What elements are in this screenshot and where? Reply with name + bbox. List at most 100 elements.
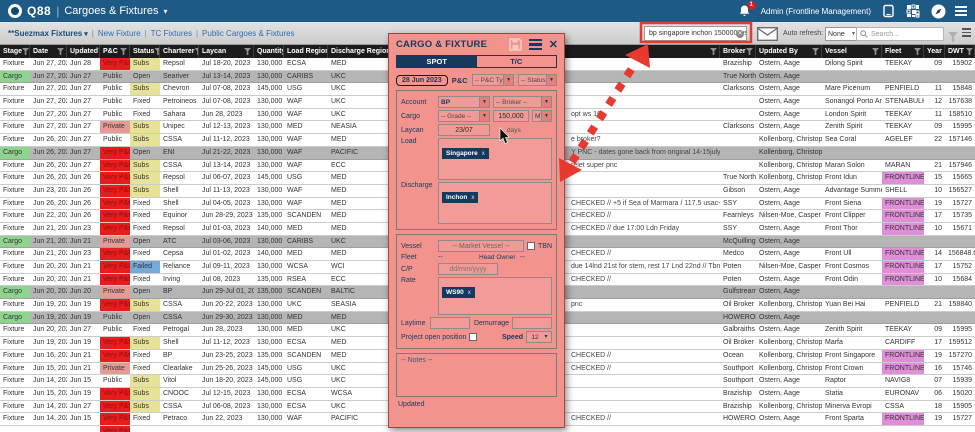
apps-grid-icon[interactable] (905, 4, 921, 19)
laycan-days-input[interactable]: days (507, 127, 521, 134)
filter-icon[interactable] (22, 48, 29, 55)
column-header-fleet[interactable]: Fleet (882, 45, 924, 58)
remove-tag-icon[interactable]: x (482, 151, 485, 157)
cell-fleet: PENFIELD (882, 83, 924, 95)
column-header-load[interactable]: Load Region (284, 45, 328, 58)
account-select[interactable]: BP▼ (438, 96, 490, 108)
cell-stage: Fixture (0, 413, 30, 425)
cell-pnc: Private (100, 286, 130, 298)
project-open-position-label: Project open position (401, 334, 466, 341)
filter-icon[interactable] (812, 48, 819, 55)
main-menu-icon[interactable] (955, 6, 967, 16)
cell-updated_by: Kollenborg, Christopher (756, 299, 822, 311)
modal-menu-icon[interactable] (529, 39, 542, 51)
cell-qty: 130,000 (254, 147, 284, 159)
fixture-date-button[interactable]: 28 Jun 2023 (396, 75, 448, 86)
project-open-position-checkbox[interactable] (469, 333, 477, 341)
cell-qty: 130,000 (254, 312, 284, 324)
cell-date: Jun 14, 2023 (30, 375, 67, 387)
tab-tc[interactable]: T/C (477, 56, 557, 67)
cell-updated_by: Nilsen-Moe, Casper (756, 210, 822, 222)
cell-year: 07 (924, 375, 945, 387)
column-header-status[interactable]: Status (130, 45, 160, 58)
laycan-input[interactable]: 23/07 (438, 124, 490, 136)
remove-tag-icon[interactable]: x (471, 195, 474, 201)
cell-charterer: Seariver (160, 71, 199, 83)
laytime-input[interactable] (430, 317, 470, 329)
filter-icon[interactable] (966, 48, 973, 55)
column-header-vessel[interactable]: Vessel (822, 45, 882, 58)
cell-load: USG (284, 375, 328, 387)
broker-select[interactable]: -- Broker --▼ (493, 96, 552, 108)
filter-icon[interactable] (244, 48, 251, 55)
pnc-label: P&C (452, 76, 468, 85)
notifications-bell-icon[interactable]: 1 (738, 4, 752, 18)
user-account-label[interactable]: Admin (Frontline Management) (761, 7, 871, 16)
cp-date-input[interactable]: dd/mm/yyyy (438, 263, 498, 275)
column-header-charterer[interactable]: Charterer (160, 45, 199, 58)
window-panel-icon[interactable] (880, 4, 896, 19)
demurrage-input[interactable] (512, 317, 552, 329)
filter-icon[interactable] (872, 48, 879, 55)
saved-view-suezmax-fixtures[interactable]: **Suezmax Fixtures▾ (8, 29, 88, 38)
column-header-laycan[interactable]: Laycan (199, 45, 254, 58)
status-select[interactable]: -- Status --▼ (518, 74, 557, 86)
cell-dwt: 157270 (945, 350, 975, 362)
vessel-input[interactable]: -- Market Vessel -- (438, 240, 524, 252)
unit-select[interactable]: MT▼ (532, 110, 552, 122)
cell-load: MED (284, 248, 328, 260)
grid-menu-icon[interactable] (962, 28, 971, 37)
notification-count-badge: 1 (747, 1, 756, 10)
auto-refresh-select[interactable]: None ▼ (825, 27, 859, 41)
mail-icon[interactable] (757, 27, 778, 46)
column-header-year[interactable]: Year (924, 45, 945, 58)
cell-status: Fixed (130, 413, 160, 425)
discharge-port-tag[interactable]: Inchonx (442, 192, 478, 203)
pnc-type-select[interactable]: -- P&C Type --▼ (472, 74, 515, 86)
cell-laycan: Jul 13-14, 2023 (199, 71, 254, 83)
cell-year: 10 (924, 185, 945, 197)
column-header-date[interactable]: Date (30, 45, 67, 58)
link-public-cargoes-fixtures[interactable]: Public Cargoes & Fixtures (202, 29, 294, 38)
rate-tag[interactable]: WS90x (442, 287, 475, 298)
column-header-updated_by[interactable]: Updated By (756, 45, 822, 58)
clear-input-icon[interactable]: ✕ (736, 30, 744, 38)
column-header-broker[interactable]: Broker (720, 45, 756, 58)
link-tc-fixtures[interactable]: TC Fixtures (151, 29, 192, 38)
remove-tag-icon[interactable]: x (468, 290, 471, 296)
save-icon[interactable] (509, 38, 522, 51)
filter-icon[interactable] (914, 48, 921, 55)
cell-date: Jun 19, 2023 (30, 337, 67, 349)
cell-qty: 145,000 (254, 375, 284, 387)
load-ports-box[interactable]: Singaporex (438, 138, 552, 180)
filter-icon[interactable] (57, 48, 64, 55)
cell-status: Fixed (130, 210, 160, 222)
link-new-fixture[interactable]: New Fixture (98, 29, 141, 38)
cell-fleet: CSSA (882, 401, 924, 413)
column-header-dwt[interactable]: DWT (945, 45, 975, 58)
tbn-checkbox[interactable] (527, 242, 535, 250)
quick-entry-input[interactable]: bp singapore inchon 150000 ws 90 ✕ (644, 26, 747, 41)
column-header-qty[interactable]: Quantity (254, 45, 284, 58)
filter-icon[interactable] (120, 48, 127, 55)
close-icon[interactable]: ✕ (549, 40, 558, 50)
cell-charterer: Petroineos (160, 96, 199, 108)
load-port-tag[interactable]: Singaporex (442, 148, 489, 159)
speed-select[interactable]: 12▾ (526, 331, 552, 343)
tab-spot[interactable]: SPOT (397, 56, 477, 67)
column-header-stage[interactable]: Stage (0, 45, 30, 58)
notes-box[interactable]: -- Notes -- (396, 353, 557, 397)
cell-pnc: Very P&C (100, 261, 130, 273)
filter-icon[interactable] (746, 48, 753, 55)
rate-box[interactable]: WS90x (438, 277, 552, 315)
cell-updated: Jun 15 (67, 375, 100, 387)
filter-icon[interactable] (710, 48, 717, 55)
help-compass-icon[interactable] (930, 4, 946, 19)
discharge-ports-box[interactable]: Inchonx (438, 182, 552, 224)
quantity-input[interactable]: 150,000 (493, 110, 529, 122)
grade-select[interactable]: -- Grade --▼ (438, 110, 490, 122)
column-header-updated[interactable]: Updated (67, 45, 100, 58)
app-title-chevron-down-icon[interactable]: ▾ (163, 7, 167, 16)
search-input[interactable]: Search... (856, 27, 944, 41)
column-header-pnc[interactable]: P&C (100, 45, 130, 58)
